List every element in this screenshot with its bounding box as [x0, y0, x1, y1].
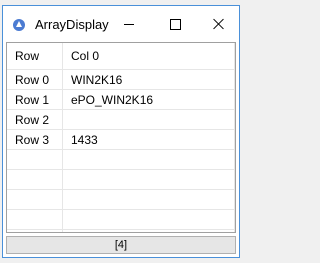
table-row[interactable]: Row 1 ePO_WIN2K16: [7, 89, 235, 110]
empty-cell: [62, 209, 235, 230]
table-cell[interactable]: WIN2K16: [62, 69, 235, 90]
column-header-col-0[interactable]: Col 0: [62, 43, 235, 70]
table-cell[interactable]: ePO_WIN2K16: [62, 89, 235, 110]
close-button[interactable]: [199, 6, 239, 42]
empty-cell: [7, 169, 63, 190]
empty-row: [7, 149, 235, 170]
empty-cell: [7, 229, 63, 232]
app-icon: [13, 19, 25, 31]
data-grid[interactable]: Row Col 0 Row 0 WIN2K16 Row 1 ePO_WIN2K1…: [6, 42, 236, 233]
table-cell[interactable]: 1433: [62, 129, 235, 150]
row-header[interactable]: Row 1: [7, 89, 63, 110]
empty-cell: [7, 209, 63, 230]
empty-row: [7, 229, 235, 232]
corner-header[interactable]: Row: [7, 43, 63, 70]
empty-cell: [62, 189, 235, 210]
row-header[interactable]: Row 3: [7, 129, 63, 150]
title-bar[interactable]: ArrayDisplay: [3, 6, 239, 42]
empty-row: [7, 189, 235, 210]
maximize-icon: [169, 18, 181, 30]
table-row[interactable]: Row 3 1433: [7, 129, 235, 150]
table-row[interactable]: Row 0 WIN2K16: [7, 69, 235, 90]
empty-row: [7, 209, 235, 230]
header-row: Row Col 0: [7, 43, 235, 70]
maximize-button[interactable]: [155, 6, 195, 42]
array-display-window: ArrayDisplay Row Col 0 Row 0 WIN2K16 Row…: [2, 5, 240, 258]
empty-cell: [62, 229, 235, 232]
close-icon: [213, 18, 225, 30]
empty-cell: [7, 189, 63, 210]
window-title: ArrayDisplay: [35, 17, 109, 32]
data-table: Row Col 0 Row 0 WIN2K16 Row 1 ePO_WIN2K1…: [7, 43, 235, 232]
minimize-icon: [124, 23, 134, 25]
status-bar: [4]: [6, 236, 236, 254]
row-header[interactable]: Row 2: [7, 109, 63, 130]
empty-row: [7, 169, 235, 190]
empty-cell: [7, 149, 63, 170]
table-cell[interactable]: [62, 109, 235, 130]
minimize-button[interactable]: [109, 6, 149, 42]
empty-cell: [62, 169, 235, 190]
empty-cell: [62, 149, 235, 170]
row-header[interactable]: Row 0: [7, 69, 63, 90]
table-row[interactable]: Row 2: [7, 109, 235, 130]
